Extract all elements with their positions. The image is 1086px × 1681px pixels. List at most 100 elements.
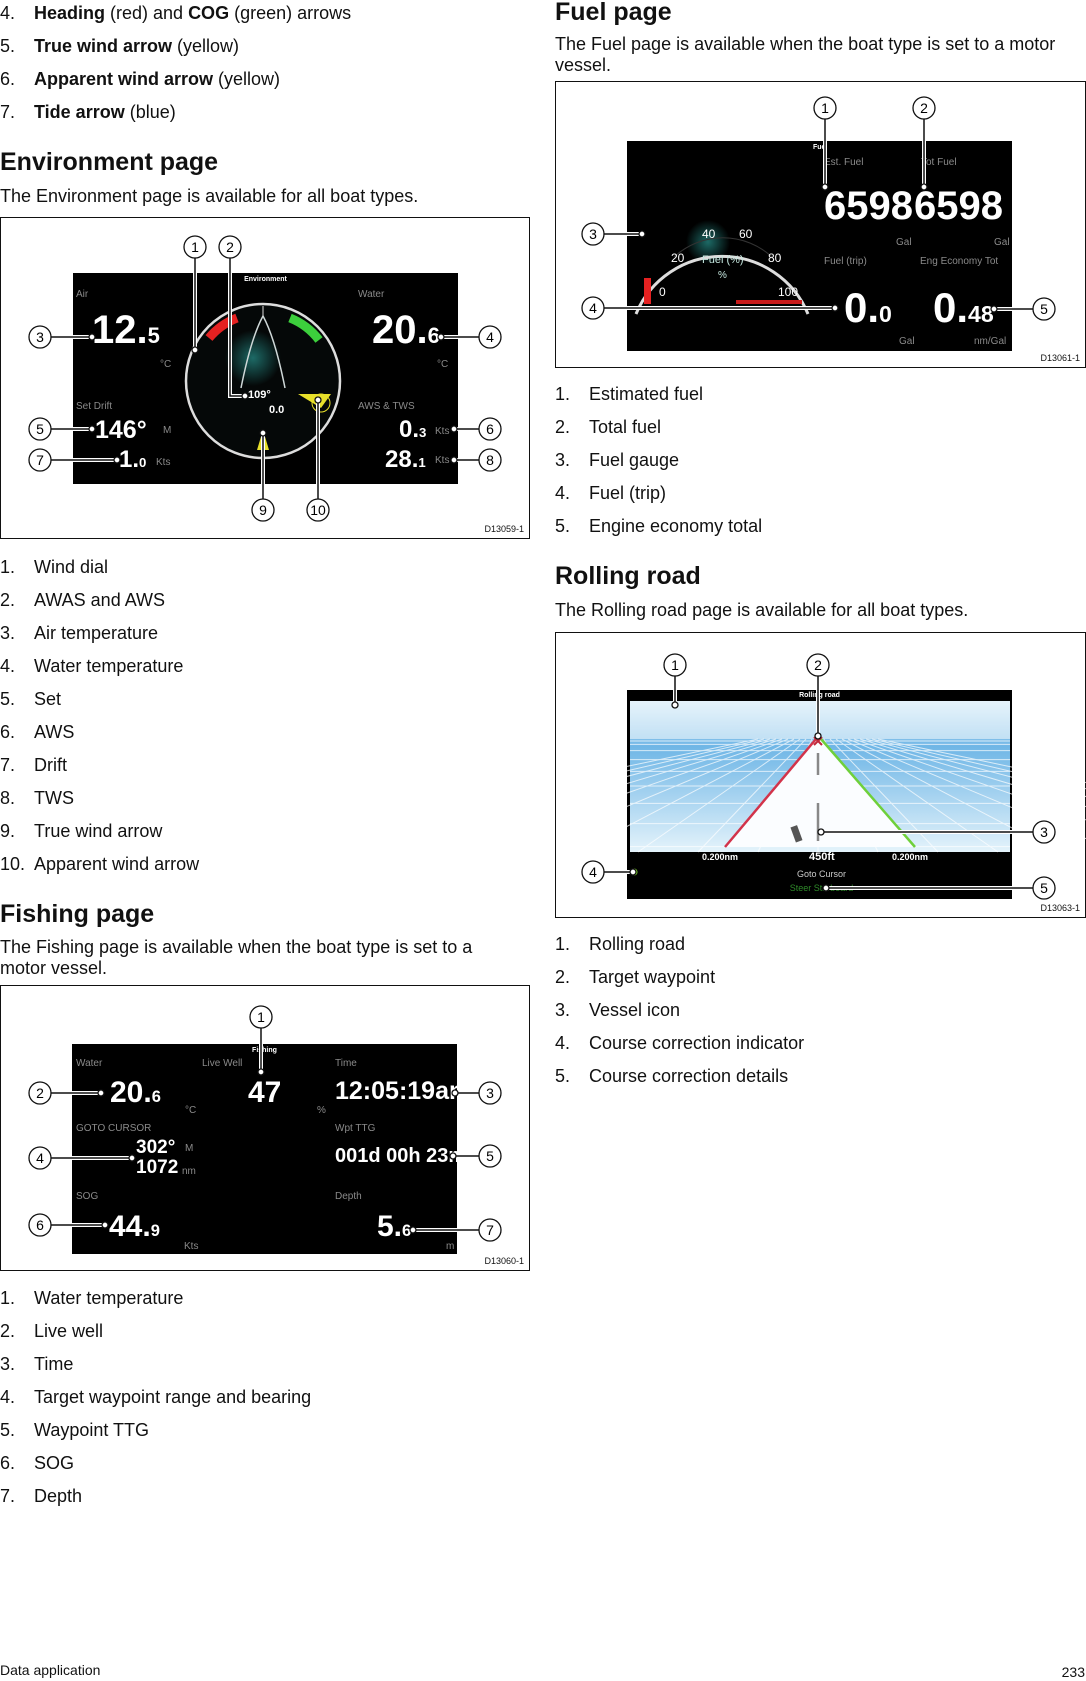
callout-6: 6 bbox=[28, 1213, 109, 1237]
list-number: 4. bbox=[0, 3, 16, 23]
list-item: 4. Water temperature bbox=[0, 655, 183, 677]
list-item: 5. True wind arrow (yellow) bbox=[0, 35, 239, 57]
rolling-heading: Rolling road bbox=[555, 562, 701, 590]
callout-number: 8 bbox=[486, 452, 494, 468]
list-text: Drift bbox=[34, 755, 67, 775]
list-text: Time bbox=[34, 1354, 74, 1374]
callout-number: 9 bbox=[259, 502, 267, 518]
list-number: 2. bbox=[555, 967, 571, 987]
callouts: 1 2 3 4 5 bbox=[581, 96, 1056, 321]
callout-9: 9 bbox=[251, 429, 275, 522]
callout-2: 2 bbox=[806, 653, 830, 740]
list-item: 3. Time bbox=[0, 1353, 73, 1375]
list-number: 6. bbox=[0, 722, 16, 742]
list-text: Engine economy total bbox=[589, 516, 763, 536]
callout-7: 7 bbox=[409, 1218, 502, 1242]
callouts: 1 2 3 4 5 6 7 bbox=[28, 1005, 502, 1242]
list-item: 3. Fuel gauge bbox=[555, 449, 679, 471]
callout-number: 6 bbox=[36, 1217, 44, 1233]
list-text: (green) arrows bbox=[229, 3, 352, 23]
callout-number: 1 bbox=[257, 1009, 265, 1025]
fuel-description: The Fuel page is available when the boat… bbox=[555, 34, 1056, 75]
list-item: 8. TWS bbox=[0, 787, 74, 809]
list-text: AWS bbox=[34, 722, 75, 742]
callout-2: 2 bbox=[912, 96, 936, 191]
callout-number: 3 bbox=[36, 329, 44, 345]
list-text: Target waypoint range and bearing bbox=[34, 1387, 312, 1407]
list-number: 7. bbox=[0, 102, 16, 122]
list-text: (yellow) bbox=[213, 69, 281, 89]
list-number: 8. bbox=[0, 788, 16, 808]
list-item: 3. Vessel icon bbox=[555, 999, 680, 1021]
list-term: Tide arrow bbox=[34, 102, 125, 122]
callout-number: 2 bbox=[814, 657, 822, 673]
list-text: Live well bbox=[34, 1321, 104, 1341]
callout-number: 3 bbox=[486, 1085, 494, 1101]
list-item: 1. Water temperature bbox=[0, 1287, 183, 1309]
list-term: COG bbox=[188, 3, 230, 23]
list-number: 5. bbox=[555, 1066, 571, 1086]
callout-5: 5 bbox=[28, 417, 96, 441]
list-item: 5. Course correction details bbox=[555, 1065, 788, 1087]
footer-section: Data application bbox=[0, 1662, 101, 1678]
callout-3: 3 bbox=[28, 325, 96, 349]
environment-figure: Environment 109° 0.0 Air 12.5 °C Water 2… bbox=[0, 217, 530, 539]
callout-number: 1 bbox=[191, 239, 199, 255]
list-number: 1. bbox=[555, 384, 571, 404]
rolling-road-figure: Rolling road 0.200nm 450ft 0.200nm Goto … bbox=[555, 632, 1086, 918]
callout-number: 3 bbox=[1040, 824, 1048, 840]
fuel-heading: Fuel page bbox=[555, 0, 672, 26]
list-item: 3. Air temperature bbox=[0, 622, 158, 644]
rolling-description: The Rolling road page is available for a… bbox=[555, 600, 969, 620]
list-number: 3. bbox=[0, 1354, 16, 1374]
callout-1: 1 bbox=[249, 1005, 273, 1076]
list-text: Wind dial bbox=[34, 557, 109, 577]
list-item: 4. Course correction indicator bbox=[555, 1032, 804, 1054]
list-text: AWAS and AWS bbox=[34, 590, 166, 610]
callouts: 1 2 3 4 5 6 7 8 9 10 bbox=[28, 235, 502, 522]
callout-number: 5 bbox=[1040, 880, 1048, 896]
list-number: 3. bbox=[555, 450, 571, 470]
list-text: Total fuel bbox=[589, 417, 662, 437]
callout-4: 4 bbox=[581, 296, 839, 320]
fishing-figure: Fishing Water 20.6 °C Live Well 47 % Tim… bbox=[0, 985, 530, 1271]
callouts: 1 2 3 4 5 bbox=[581, 653, 1056, 900]
callout-1: 1 bbox=[813, 96, 837, 191]
environment-heading: Environment page bbox=[0, 148, 219, 176]
list-item: 2. Total fuel bbox=[555, 416, 661, 438]
list-number: 7. bbox=[0, 1486, 16, 1506]
list-text: (red) and bbox=[105, 3, 189, 23]
callout-number: 7 bbox=[36, 452, 44, 468]
list-item: 6. Apparent wind arrow (yellow) bbox=[0, 68, 280, 90]
list-item: 4. Heading (red) and COG (green) arrows bbox=[0, 2, 351, 24]
list-number: 9. bbox=[0, 821, 16, 841]
callout-7: 7 bbox=[28, 448, 121, 472]
list-item: 6. SOG bbox=[0, 1452, 74, 1474]
list-text: SOG bbox=[34, 1453, 75, 1473]
callout-6: 6 bbox=[450, 417, 502, 441]
list-item: 5. Set bbox=[0, 688, 61, 710]
callout-2: 2 bbox=[218, 235, 249, 400]
list-text: Waypoint TTG bbox=[34, 1420, 150, 1440]
list-text: Vessel icon bbox=[589, 1000, 681, 1020]
callout-1: 1 bbox=[663, 653, 687, 709]
list-item: 7. Depth bbox=[0, 1485, 82, 1507]
list-item: 4. Target waypoint range and bearing bbox=[0, 1386, 311, 1408]
callout-number: 2 bbox=[226, 239, 234, 255]
list-number: 4. bbox=[555, 483, 571, 503]
list-text: Fuel gauge bbox=[589, 450, 680, 470]
callout-number: 5 bbox=[36, 421, 44, 437]
list-item: 9. True wind arrow bbox=[0, 820, 162, 842]
list-number: 1. bbox=[0, 557, 16, 577]
list-item: 7. Tide arrow (blue) bbox=[0, 101, 176, 123]
callout-number: 6 bbox=[486, 421, 494, 437]
callout-5: 5 bbox=[990, 297, 1056, 321]
callout-5: 5 bbox=[449, 1144, 502, 1168]
list-number: 3. bbox=[555, 1000, 571, 1020]
list-text: (blue) bbox=[124, 102, 176, 122]
list-number: 4. bbox=[555, 1033, 571, 1053]
list-number: 5. bbox=[0, 36, 16, 56]
list-number: 10. bbox=[0, 854, 26, 874]
callout-1: 1 bbox=[183, 235, 207, 354]
list-number: 2. bbox=[555, 417, 571, 437]
